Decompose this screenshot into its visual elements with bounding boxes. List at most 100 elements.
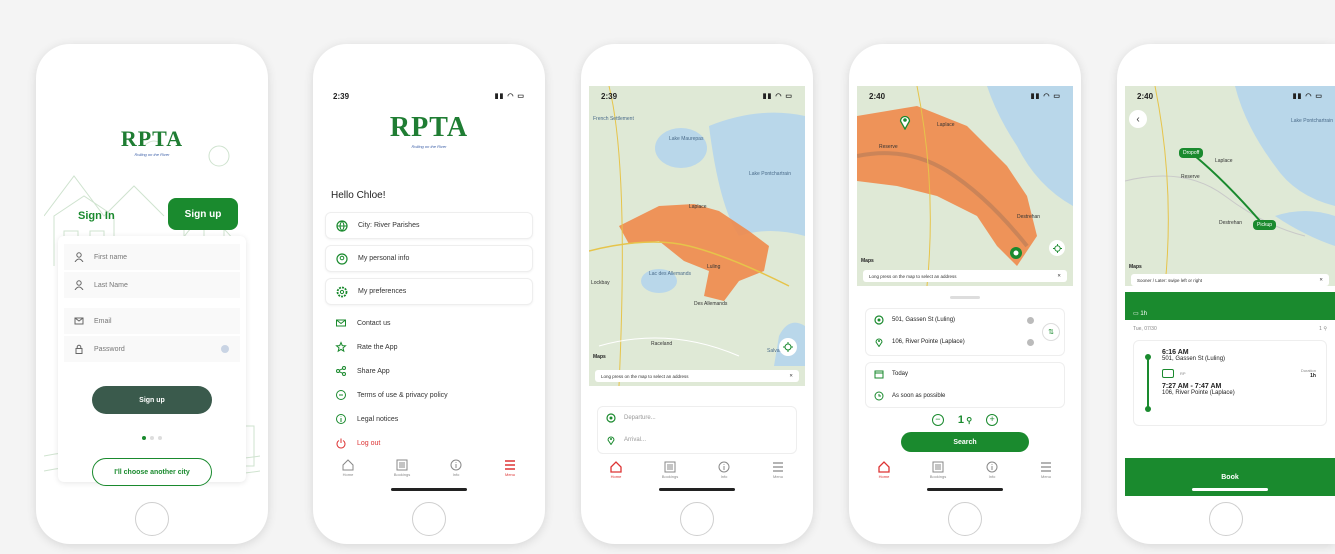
- from-field[interactable]: 501, Gassen St (Luling): [866, 309, 1064, 331]
- clear-from-icon[interactable]: [1027, 316, 1034, 324]
- choose-city-button[interactable]: I'll choose another city: [92, 458, 212, 486]
- menu-preferences[interactable]: My preferences: [325, 278, 533, 305]
- menu-contact[interactable]: Contact us: [325, 311, 533, 335]
- menu-legal[interactable]: Legal notices: [325, 407, 533, 431]
- tab-menu[interactable]: Menu: [758, 460, 798, 479]
- info-icon: [718, 461, 730, 473]
- tab-bookings[interactable]: Bookings: [918, 460, 958, 479]
- phone-search: Laplace Reserve Destrehan 2:40 ▮▮ ◠ ▭ Ma…: [849, 44, 1081, 544]
- tab-signup[interactable]: Sign up: [168, 198, 238, 230]
- menu-logout-label: Log out: [357, 439, 381, 447]
- user-icon: [74, 280, 84, 290]
- increase-passengers-button[interactable]: +: [986, 414, 999, 426]
- password-placeholder: Password: [94, 345, 125, 353]
- clock-icon: [874, 391, 884, 401]
- signup-button[interactable]: Sign up: [92, 386, 212, 414]
- close-icon[interactable]: ✕: [1057, 273, 1061, 279]
- email-field[interactable]: Email: [64, 308, 240, 334]
- home-button[interactable]: [135, 502, 169, 536]
- tab-menu-label: Menu: [772, 474, 783, 479]
- menu-city[interactable]: City: River Parishes: [325, 212, 533, 239]
- search-button[interactable]: Search: [901, 432, 1029, 452]
- tab-bookings[interactable]: Bookings: [382, 458, 422, 477]
- last-name-field[interactable]: Last Name: [64, 272, 240, 298]
- arrival-field[interactable]: Arrival...: [598, 429, 796, 451]
- tab-menu-label: Menu: [504, 472, 515, 477]
- close-icon[interactable]: ✕: [789, 373, 793, 379]
- tab-signin[interactable]: Sign In: [78, 210, 115, 222]
- map-hint: Long press on the map to select an addre…: [863, 270, 1067, 282]
- dropoff-pin-label: Dropoff: [1183, 150, 1200, 156]
- map-label: Lac des Allemands: [649, 271, 691, 277]
- home-button[interactable]: [680, 502, 714, 536]
- home-indicator: [659, 488, 735, 491]
- tab-home[interactable]: Home: [596, 460, 636, 479]
- vehicle-code: RP: [1180, 371, 1186, 376]
- greeting: Hello Chloe!: [331, 190, 386, 201]
- tab-bookings-label: Bookings: [393, 472, 411, 477]
- phone-menu: 2:39 ▮▮ ◠ ▭ RPTA Rolling on the River He…: [313, 44, 545, 544]
- phone-map: French Settlement Lake Maurepas Lake Pon…: [581, 44, 813, 544]
- menu-rate[interactable]: Rate the App: [325, 335, 533, 359]
- status-time: 2:40: [1137, 92, 1154, 101]
- trip-date: Tue, 07/30: [1133, 326, 1157, 332]
- departure-field[interactable]: Departure...: [598, 407, 796, 429]
- locate-button[interactable]: [779, 338, 797, 356]
- tab-home[interactable]: Home: [864, 460, 904, 479]
- home-indicator: [927, 488, 1003, 491]
- first-name-field[interactable]: First name: [64, 244, 240, 270]
- map-label: Des Allemands: [694, 301, 728, 307]
- decrease-passengers-button[interactable]: −: [931, 414, 944, 426]
- to-field[interactable]: 106, River Pointe (Laplace): [866, 331, 1064, 353]
- back-button[interactable]: ‹: [1129, 110, 1147, 128]
- sheet-handle[interactable]: [950, 296, 980, 299]
- arrival-placeholder: Arrival...: [624, 437, 647, 443]
- trip-card[interactable]: 6:16 AM 501, Gassen St (Luling) RP Durat…: [1133, 340, 1327, 426]
- map-label: French Settlement: [593, 116, 634, 122]
- origin-icon: [874, 315, 884, 325]
- close-icon[interactable]: ✕: [1319, 277, 1323, 283]
- menu-logout[interactable]: Log out: [325, 431, 533, 455]
- home-button[interactable]: [1209, 502, 1243, 536]
- time-value: As soon as possible: [892, 393, 946, 399]
- map-graphic: [1125, 86, 1335, 286]
- home-indicator: [1192, 488, 1268, 491]
- show-password-icon[interactable]: [220, 344, 230, 354]
- tab-menu[interactable]: Menu: [1026, 460, 1066, 479]
- menu-share[interactable]: Share App: [325, 359, 533, 383]
- pickup-pin[interactable]: Pickup: [1253, 220, 1277, 230]
- map-view[interactable]: Laplace Reserve Destrehan Lake Pontchart…: [1125, 86, 1335, 286]
- tab-bookings[interactable]: Bookings: [650, 460, 690, 479]
- map-screen: French Settlement Lake Maurepas Lake Pon…: [589, 86, 805, 496]
- map-graphic: [857, 86, 1073, 286]
- dropoff-pin[interactable]: Dropoff: [1179, 148, 1204, 158]
- menu-personal-info[interactable]: My personal info: [325, 245, 533, 272]
- menu-icon: [1041, 462, 1051, 472]
- pager-dot-active: [142, 436, 146, 440]
- signup-form: First name Last Name Email Password Sign…: [58, 236, 246, 482]
- info-icon: [450, 459, 462, 471]
- swap-button[interactable]: ⇅: [1042, 323, 1060, 341]
- clear-to-icon[interactable]: [1027, 338, 1034, 346]
- map-label: Reserve: [879, 144, 898, 150]
- password-field[interactable]: Password: [64, 336, 240, 362]
- signup-screen: RPTA Rolling on the River Sign In Sign u…: [44, 86, 260, 496]
- tab-home[interactable]: Home: [328, 458, 368, 477]
- tab-info[interactable]: Info: [436, 458, 476, 477]
- home-button[interactable]: [948, 502, 982, 536]
- map-label: Reserve: [1181, 174, 1200, 180]
- home-button[interactable]: [412, 502, 446, 536]
- locate-button[interactable]: [1049, 240, 1065, 256]
- route-line: [1145, 354, 1151, 412]
- tab-menu[interactable]: Menu: [490, 458, 530, 477]
- chevron-left-icon: ‹: [1136, 113, 1140, 125]
- map-view[interactable]: Laplace Reserve Destrehan 2:40 ▮▮ ◠ ▭ Ma…: [857, 86, 1073, 286]
- map-label: Raceland: [651, 341, 673, 347]
- time-card: Today As soon as possible: [865, 362, 1065, 408]
- tab-info[interactable]: Info: [972, 460, 1012, 479]
- map-view[interactable]: French Settlement Lake Maurepas Lake Pon…: [589, 86, 805, 386]
- time-field[interactable]: As soon as possible: [866, 385, 1064, 407]
- date-field[interactable]: Today: [866, 363, 1064, 385]
- tab-info[interactable]: Info: [704, 460, 744, 479]
- menu-terms[interactable]: Terms of use & privacy policy: [325, 383, 533, 407]
